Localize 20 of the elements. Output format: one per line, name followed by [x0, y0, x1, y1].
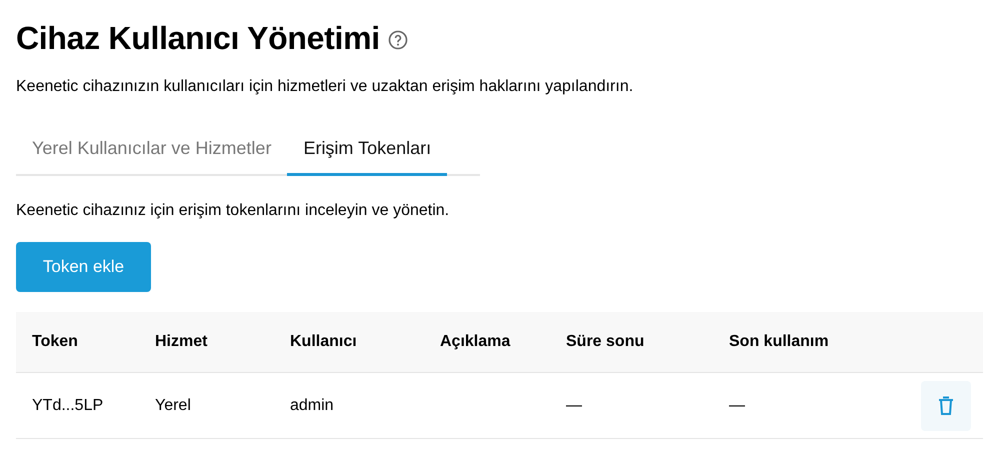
column-header: Süre sonu [566, 333, 646, 351]
trash-icon [938, 396, 954, 416]
column-header: Açıklama [440, 333, 512, 351]
section-description: Keenetic cihazınız için erişim tokenlarını inceleyin ve yönetin. [16, 202, 450, 220]
page-description: Keenetic cihazınızın kullanıcıları için hizmetleri ve uzaktan erişim haklarını yapılandırın. [16, 78, 634, 96]
add-token-button[interactable]: Token ekle [16, 242, 151, 292]
column-header: Kullanıcı [290, 333, 358, 351]
page-title: Cihaz Kullanıcı Yönetimi [16, 20, 380, 56]
help-icon[interactable] [388, 30, 408, 50]
table-cell-text: — [566, 396, 583, 414]
table-cell-text: YTd...5LP [32, 396, 104, 414]
column-header: Son kullanım [729, 333, 830, 351]
table-cell-text: — [729, 396, 746, 414]
column-header: Hizmet [155, 333, 208, 351]
table-cell-text: Yerel [155, 396, 192, 414]
table-cell-text: admin [290, 396, 335, 414]
column-header: Token [32, 333, 79, 351]
delete-button[interactable] [921, 380, 971, 430]
tab[interactable]: Yerel Kullanıcılar ve Hizmetler [16, 126, 288, 176]
tab[interactable]: Erişim Tokenları [287, 126, 448, 176]
